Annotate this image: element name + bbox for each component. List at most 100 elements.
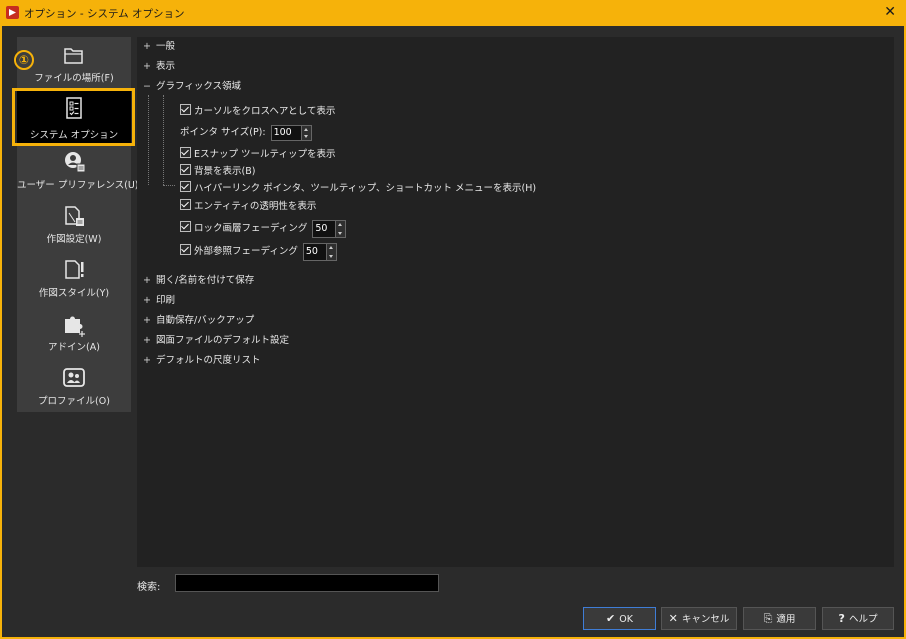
option-label: ポインタ サイズ(P): — [180, 127, 266, 138]
tree-node-label: 一般 — [156, 41, 176, 52]
expand-icon[interactable]: + — [141, 353, 153, 369]
option-esnap-tooltip[interactable]: Eスナップ ツールティップを表示 — [180, 147, 335, 163]
expand-icon[interactable]: + — [141, 39, 153, 55]
checkbox-entity-transparency[interactable] — [180, 199, 191, 210]
spinner-value[interactable]: 50 — [306, 244, 318, 260]
sidebar-item-addins[interactable]: アドイン(A) — [17, 311, 131, 361]
tree-node-label: 開く/名前を付けて保存 — [156, 275, 255, 286]
checkbox-background[interactable] — [180, 164, 191, 175]
option-label: エンティティの透明性を表示 — [194, 201, 317, 212]
sidebar-item-label: ユーザー プリファレンス(U) — [17, 180, 139, 191]
search-label: 検索: — [137, 582, 161, 593]
option-label: Eスナップ ツールティップを表示 — [194, 149, 336, 160]
spinner-arrows-icon[interactable] — [335, 220, 346, 237]
title-bar: オプション - システム オプション ✕ — [0, 0, 906, 26]
options-tree: + 一般 + 表示 − グラフィックス領域 カーソルをクロスヘアとして表示 ポイ… — [137, 37, 894, 567]
option-label: ハイパーリンク ポインタ、ツールティップ、ショートカット メニューを表示(H) — [194, 183, 537, 194]
sidebar-item-system-options[interactable]: システム オプション — [17, 91, 131, 144]
sidebar-item-label: プロファイル(O) — [38, 396, 110, 407]
apply-icon: ⎘ — [763, 612, 773, 625]
drawing-settings-icon — [65, 206, 84, 226]
search-input[interactable] — [175, 574, 439, 592]
drawing-style-icon — [65, 260, 84, 279]
user-pref-icon — [65, 152, 86, 173]
ok-button[interactable]: ✔ OK — [583, 607, 656, 630]
sidebar-item-label: ファイルの場所(F) — [34, 73, 114, 84]
pointer-size-spinner[interactable]: 100 — [270, 124, 312, 141]
lock-fade-spinner[interactable]: 50 — [312, 219, 347, 238]
tree-guide-line — [163, 95, 164, 185]
tree-node-label: グラフィックス領域 — [156, 81, 242, 92]
tree-node-label: 図面ファイルのデフォルト設定 — [156, 335, 290, 346]
checkbox-lock-layer-fading[interactable] — [180, 221, 191, 232]
button-label: キャンセル — [681, 614, 730, 625]
app-logo-icon — [6, 6, 19, 19]
close-button[interactable]: ✕ — [884, 4, 896, 20]
option-pointer-size: ポインタ サイズ(P): 100 — [180, 124, 312, 142]
xref-fade-spinner[interactable]: 50 — [302, 242, 337, 261]
button-label: ヘルプ — [848, 614, 878, 625]
option-crosshair-cursor[interactable]: カーソルをクロスヘアとして表示 — [180, 104, 335, 120]
spinner-arrows-icon[interactable] — [325, 243, 336, 260]
sidebar-item-drawing-settings[interactable]: 作図設定(W) — [17, 203, 131, 253]
option-label: 背景を表示(B) — [194, 166, 256, 177]
button-label: 適用 — [776, 614, 796, 625]
checkbox-crosshair[interactable] — [180, 104, 191, 115]
sidebar-item-profiles[interactable]: プロファイル(O) — [17, 365, 131, 415]
tree-node-open-save[interactable]: + 開く/名前を付けて保存 — [141, 273, 254, 289]
collapse-icon[interactable]: − — [141, 79, 153, 95]
help-button[interactable]: ? ヘルプ — [822, 607, 894, 630]
sidebar-item-drawing-style[interactable]: 作図スタイル(Y) — [17, 257, 131, 307]
options-sidebar: ファイルの場所(F) システム オプション ユーザー プリファレンス(U) 作図… — [17, 37, 139, 415]
sidebar-item-label: アドイン(A) — [48, 342, 100, 353]
expand-icon[interactable]: + — [141, 59, 153, 75]
sidebar-item-file-locations[interactable]: ファイルの場所(F) — [17, 42, 131, 90]
annotation-marker-1: ① — [14, 50, 34, 70]
window-title: オプション - システム オプション — [24, 8, 185, 20]
folder-icon — [64, 48, 83, 64]
profile-icon — [63, 368, 85, 387]
option-entity-transparency[interactable]: エンティティの透明性を表示 — [180, 199, 316, 215]
tree-node-print[interactable]: + 印刷 — [141, 293, 175, 309]
tree-node-label: デフォルトの尺度リスト — [156, 355, 261, 366]
option-xref-fading[interactable]: 外部参照フェーディング 50 — [180, 242, 337, 262]
expand-icon[interactable]: + — [141, 313, 153, 329]
option-lock-layer-fading[interactable]: ロック画層フェーディング 50 — [180, 219, 347, 239]
tree-node-scale-list[interactable]: + デフォルトの尺度リスト — [141, 353, 261, 369]
sidebar-item-label: 作図スタイル(Y) — [38, 288, 110, 299]
option-label: カーソルをクロスヘアとして表示 — [194, 106, 336, 117]
cancel-button[interactable]: ✕ キャンセル — [661, 607, 737, 630]
tree-node-label: 表示 — [156, 61, 176, 72]
option-background[interactable]: 背景を表示(B) — [180, 164, 255, 180]
expand-icon[interactable]: + — [141, 333, 153, 349]
expand-icon[interactable]: + — [141, 273, 153, 289]
sidebar-item-user-preferences[interactable]: ユーザー プリファレンス(U) — [17, 149, 139, 199]
check-icon: ✔ — [606, 612, 616, 625]
sidebar-item-label: 作図設定(W) — [46, 234, 102, 245]
tree-node-drawing-defaults[interactable]: + 図面ファイルのデフォルト設定 — [141, 333, 289, 349]
checkbox-xref-fading[interactable] — [180, 244, 191, 255]
close-icon: ✕ — [668, 612, 678, 625]
tree-node-label: 印刷 — [156, 295, 176, 306]
option-label: 外部参照フェーディング — [194, 246, 298, 257]
checkbox-esnap-tooltip[interactable] — [180, 147, 191, 158]
sidebar-item-label: システム オプション — [29, 130, 119, 141]
tree-node-graphics-area[interactable]: − グラフィックス領域 — [141, 79, 241, 95]
puzzle-addin-icon — [65, 316, 85, 337]
help-icon: ? — [838, 612, 845, 625]
option-hyperlink[interactable]: ハイパーリンク ポインタ、ツールティップ、ショートカット メニューを表示(H) — [180, 181, 536, 197]
spinner-value[interactable]: 50 — [315, 221, 327, 237]
tree-node-general[interactable]: + 一般 — [141, 39, 175, 55]
checklist-icon — [66, 97, 82, 119]
checkbox-hyperlink[interactable] — [180, 181, 191, 192]
tree-node-autosave[interactable]: + 自動保存/バックアップ — [141, 313, 254, 329]
spinner-arrows-icon[interactable] — [300, 125, 311, 140]
option-label: ロック画層フェーディング — [194, 223, 308, 234]
tree-guide-line — [163, 185, 175, 186]
button-label: OK — [619, 614, 633, 625]
tree-node-label: 自動保存/バックアップ — [156, 315, 255, 326]
apply-button[interactable]: ⎘ 適用 — [743, 607, 816, 630]
spinner-value[interactable]: 100 — [274, 126, 292, 140]
tree-node-display[interactable]: + 表示 — [141, 59, 175, 75]
expand-icon[interactable]: + — [141, 293, 153, 309]
